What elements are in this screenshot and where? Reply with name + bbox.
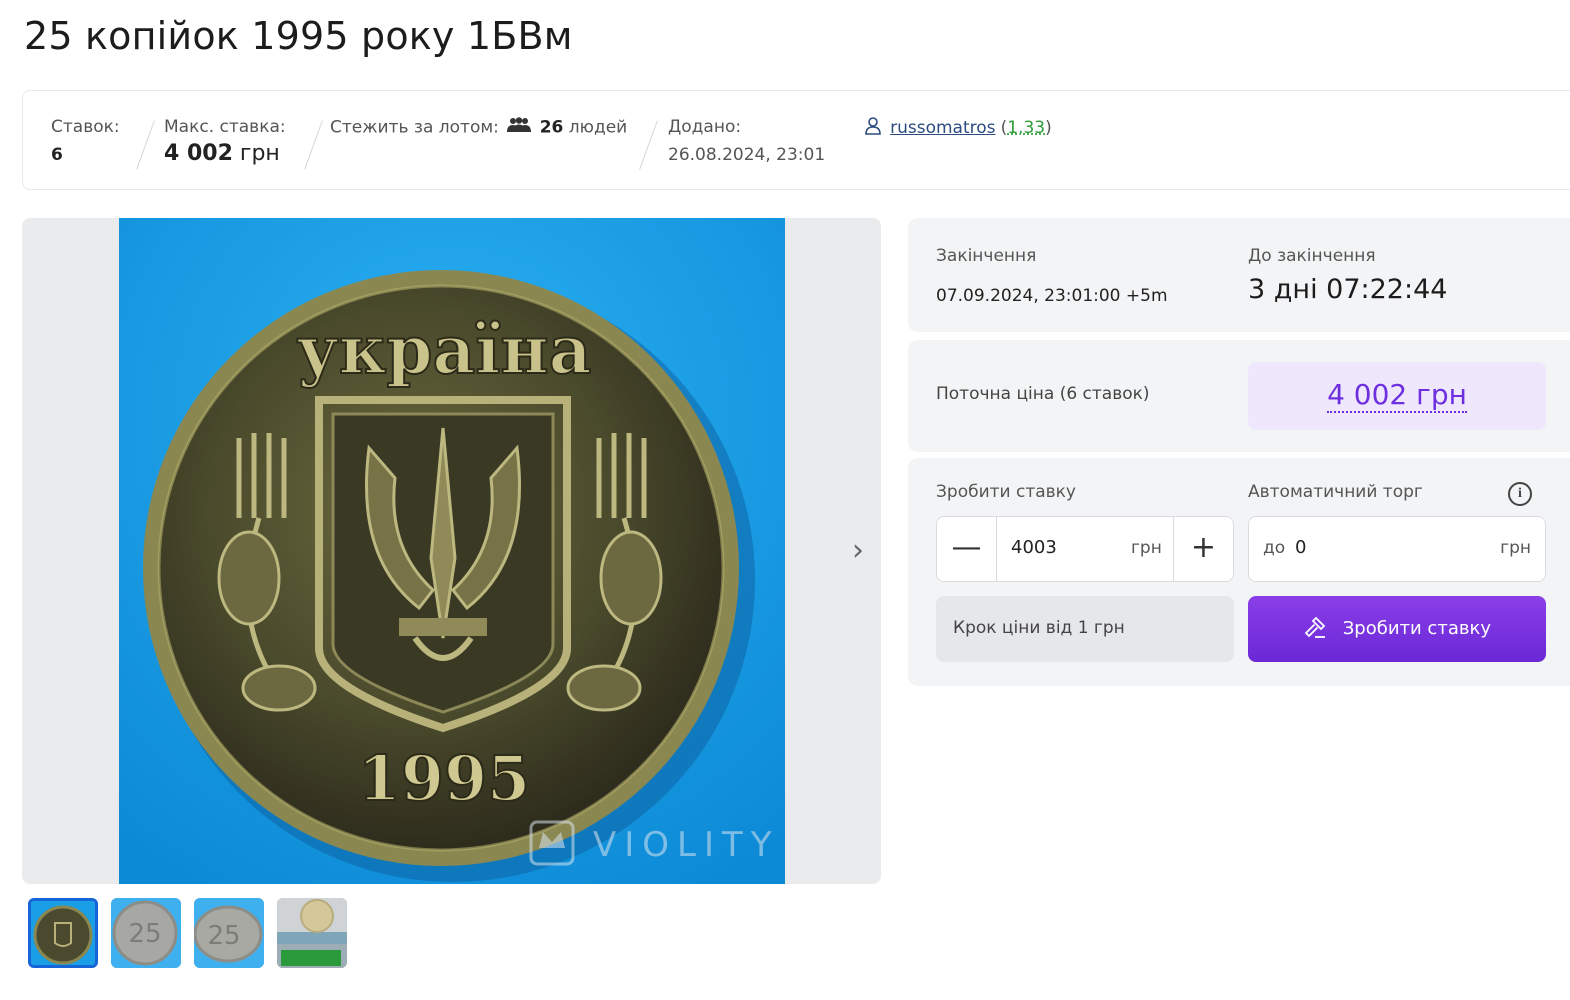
watch-suffix: людей xyxy=(568,117,628,138)
divider xyxy=(136,120,155,170)
thumbnail[interactable] xyxy=(28,898,98,968)
bid-label: Зробити ставку xyxy=(936,482,1076,502)
bid-currency: грн xyxy=(1131,538,1162,558)
end-value: 07.09.2024, 23:01:00 +5m xyxy=(936,286,1168,306)
remaining-timer: 3 дні 07:22:44 xyxy=(1248,274,1448,305)
coin-inscription: україна xyxy=(297,311,592,389)
lot-stats-bar: Ставок: 6 Макс. ставка: 4 002 грн Стежит… xyxy=(22,90,1570,190)
divider xyxy=(639,120,658,170)
max-bid-label: Макс. ставка: xyxy=(164,117,286,137)
current-price-label: Поточна ціна (6 ставок) xyxy=(936,384,1150,404)
watch-count: 26 xyxy=(539,117,564,138)
increase-bid-button[interactable]: + xyxy=(1173,517,1233,581)
bid-amount-stepper: — 4003 грн + xyxy=(936,516,1234,582)
decrease-bid-button[interactable]: — xyxy=(937,517,997,581)
auto-bid-prefix: до xyxy=(1263,538,1286,558)
main-photo[interactable]: україна 1995 VIOLITY xyxy=(119,218,785,884)
page-title: 25 копійок 1995 року 1БВм xyxy=(24,14,573,58)
svg-text:25: 25 xyxy=(207,921,240,951)
place-bid-label: Зробити ставку xyxy=(1342,618,1491,639)
auto-bid-currency: грн xyxy=(1500,538,1531,558)
thumbnail[interactable]: 25 xyxy=(111,898,181,968)
seller-name-link[interactable]: russomatros xyxy=(890,118,995,138)
watch-label: Стежить за лотом: xyxy=(330,117,499,138)
people-icon xyxy=(506,117,532,138)
auto-bid-value[interactable]: 0 xyxy=(1295,537,1306,558)
auto-bid-input[interactable]: до 0 грн xyxy=(1248,516,1546,582)
place-bid-button[interactable]: Зробити ставку xyxy=(1248,596,1546,662)
thumbnail[interactable] xyxy=(277,898,347,968)
max-bid-amount: 4 002 xyxy=(164,141,233,166)
price-step-note: Крок ціни від 1 грн xyxy=(936,596,1234,662)
seller-info: russomatros (1,33) xyxy=(865,117,1052,139)
watermark-text: VIOLITY xyxy=(593,825,780,865)
coin-year: 1995 xyxy=(358,742,531,815)
current-price-value[interactable]: 4 002 грн xyxy=(1327,378,1467,413)
seller-rating-link[interactable]: 1,33 xyxy=(1007,118,1045,138)
remaining-label: До закінчення xyxy=(1248,246,1376,266)
gavel-icon xyxy=(1303,616,1343,639)
added-value: 26.08.2024, 23:01 xyxy=(668,145,826,165)
user-icon xyxy=(865,117,881,139)
auction-timing-panel: Закінчення 07.09.2024, 23:01:00 +5m До з… xyxy=(908,218,1570,332)
added-stat: Додано: 26.08.2024, 23:01 xyxy=(668,117,825,165)
end-label: Закінчення xyxy=(936,246,1037,266)
bids-label: Ставок: xyxy=(51,117,120,137)
watchers-stat[interactable]: Стежить за лотом: 26 людей xyxy=(330,117,627,138)
bids-count-stat: Ставок: 6 xyxy=(51,117,120,165)
svg-text:25: 25 xyxy=(128,919,161,949)
auto-bid-label: Автоматичний торг xyxy=(1248,482,1423,502)
rating-close-paren: ) xyxy=(1045,118,1052,138)
price-badge: 4 002 грн xyxy=(1248,362,1546,430)
max-bid-currency: грн xyxy=(239,141,280,166)
info-icon[interactable]: i xyxy=(1508,482,1532,506)
photo-gallery: україна 1995 VIOLITY › xyxy=(22,218,881,884)
current-price-panel: Поточна ціна (6 ставок) 4 002 грн xyxy=(908,340,1570,452)
bid-panel: Зробити ставку Автоматичний торг i — 400… xyxy=(908,458,1570,686)
added-label: Додано: xyxy=(668,117,742,137)
divider xyxy=(304,120,323,170)
thumbnail[interactable]: 25 xyxy=(194,898,264,968)
bids-value: 6 xyxy=(51,145,63,165)
chevron-right-icon[interactable]: › xyxy=(852,536,864,566)
max-bid-stat: Макс. ставка: 4 002 грн xyxy=(164,117,286,166)
bid-amount-input[interactable]: 4003 xyxy=(1011,537,1057,558)
